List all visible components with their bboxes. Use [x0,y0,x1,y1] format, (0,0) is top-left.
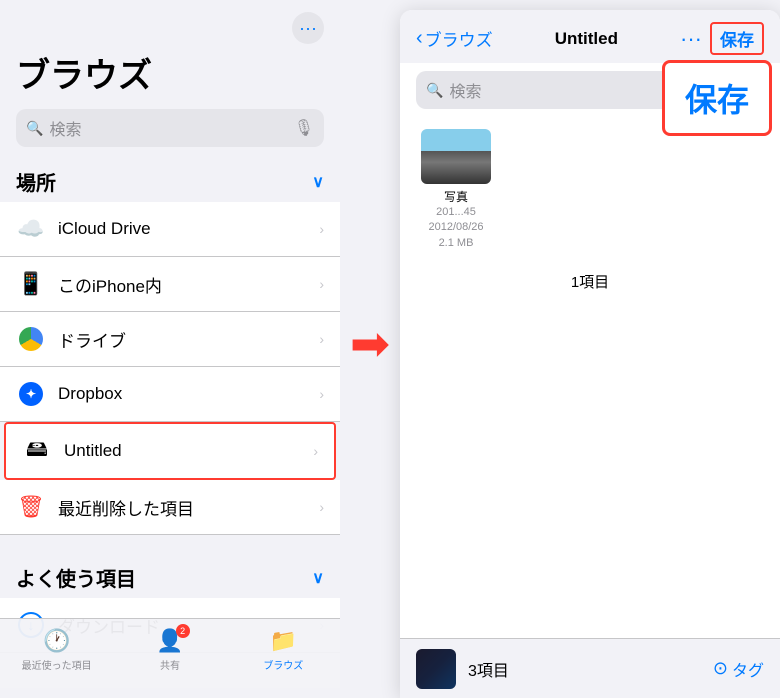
untitled-label: Untitled [64,441,313,461]
right-content: 写真 201...45 2012/08/26 2.1 MB 1項目 [400,117,780,638]
microphone-icon[interactable]: 🎙 [294,118,314,138]
file-name: 写真 [444,188,468,205]
tag-icon: ⊙ [713,658,728,679]
left-panel: ··· ブラウズ 🔍 検索 🎙 場所 ∨ ☁️ iCloud Drive › 📱… [0,0,340,688]
chevron-right-icon: › [319,331,324,347]
tag-label: タグ [732,657,764,681]
search-placeholder-text: 検索 [49,116,287,140]
file-meta1: 201...45 [436,205,476,220]
iphone-item[interactable]: 📱 このiPhone内 › [0,257,340,312]
trash-label: 最近削除した項目 [58,495,319,520]
shared-badge-container: 👤 2 [156,628,183,654]
item-count-label: 1項目 [416,271,764,292]
right-arrow-icon: ➡ [350,316,390,372]
tab-browse[interactable]: 📁 ブラウズ [227,628,340,680]
back-button[interactable]: ‹ ブラウズ [416,26,493,51]
right-search-placeholder: 検索 [449,78,481,102]
tab-recents[interactable]: 🕐 最近使った項目 [0,628,113,680]
search-icon: 🔍 [26,120,43,137]
favorites-title: よく使う項目 [16,563,136,592]
file-meta2: 2012/08/26 [428,220,483,235]
save-popup-text: 保存 [685,82,749,118]
drive-item[interactable]: ドライブ › [0,312,340,367]
tab-recents-label: 最近使った項目 [22,657,92,672]
tab-shared-label: 共有 [160,657,180,672]
arrow-container: ➡ [340,0,400,688]
trash-icon: 🗑 [16,492,46,522]
save-button-nav[interactable]: 保存 [710,22,764,55]
back-label: ブラウズ [425,26,493,51]
chevron-right-icon: › [313,443,318,459]
trash-item[interactable]: 🗑 最近削除した項目 › [0,480,340,535]
chevron-right-icon: › [319,386,324,402]
folder-thumbnail [416,649,456,689]
tag-button[interactable]: ⊙ タグ [713,657,764,681]
search-bar[interactable]: 🔍 検索 🎙 [16,109,324,147]
icloud-icon: ☁️ [16,214,46,244]
file-item[interactable]: 写真 201...45 2012/08/26 2.1 MB [416,129,496,251]
bottom-folder-bar[interactable]: 3項目 ⊙ タグ [400,638,780,698]
browse-title: ブラウズ [0,44,340,109]
iphone-icon: 📱 [16,269,46,299]
tab-browse-label: ブラウズ [263,657,303,672]
favorites-section-header: よく使う項目 ∨ [0,559,340,598]
places-title: 場所 [16,167,56,196]
dropbox-icon: ✦ [16,379,46,409]
right-search-icon: 🔍 [426,82,443,99]
folder-icon: 📁 [270,628,297,654]
nav-more-button[interactable]: ··· [680,26,702,52]
back-chevron-icon: ‹ [416,27,423,50]
chevron-right-icon: › [319,499,324,515]
harddisk-icon: 🖴 [22,436,52,466]
places-collapse-icon[interactable]: ∨ [312,172,324,192]
tab-shared[interactable]: 👤 2 共有 [113,628,226,680]
chevron-right-icon: › [319,276,324,292]
drive-label: ドライブ [58,327,319,352]
chevron-right-icon: › [319,221,324,237]
dropbox-item[interactable]: ✦ Dropbox › [0,367,340,422]
more-button[interactable]: ··· [292,12,324,44]
section-gap [0,535,340,559]
tab-bar: 🕐 最近使った項目 👤 2 共有 📁 ブラウズ [0,618,340,688]
untitled-item[interactable]: 🖴 Untitled › [4,422,336,480]
iphone-label: このiPhone内 [58,272,319,297]
nav-title: Untitled [501,29,672,49]
icloud-drive-item[interactable]: ☁️ iCloud Drive › [0,202,340,257]
left-scroll-area: 場所 ∨ ☁️ iCloud Drive › 📱 このiPhone内 › ドライ… [0,163,340,688]
drive-icon [16,324,46,354]
icloud-drive-label: iCloud Drive [58,219,319,239]
clock-icon: 🕐 [43,628,70,654]
save-popup: 保存 [662,60,772,136]
right-panel: ‹ ブラウズ Untitled ··· 保存 🔍 検索 写真 201...45 … [400,10,780,698]
folder-item-count: 3項目 [468,657,701,681]
favorites-collapse-icon[interactable]: ∨ [312,568,324,588]
dropbox-label: Dropbox [58,384,319,404]
right-nav-bar: ‹ ブラウズ Untitled ··· 保存 [400,10,780,63]
places-section-header: 場所 ∨ [0,163,340,202]
file-meta3: 2.1 MB [439,236,474,251]
file-thumbnail [421,129,491,184]
shared-badge: 2 [176,624,190,638]
road-thumbnail [421,129,491,184]
left-header: ··· [0,0,340,44]
